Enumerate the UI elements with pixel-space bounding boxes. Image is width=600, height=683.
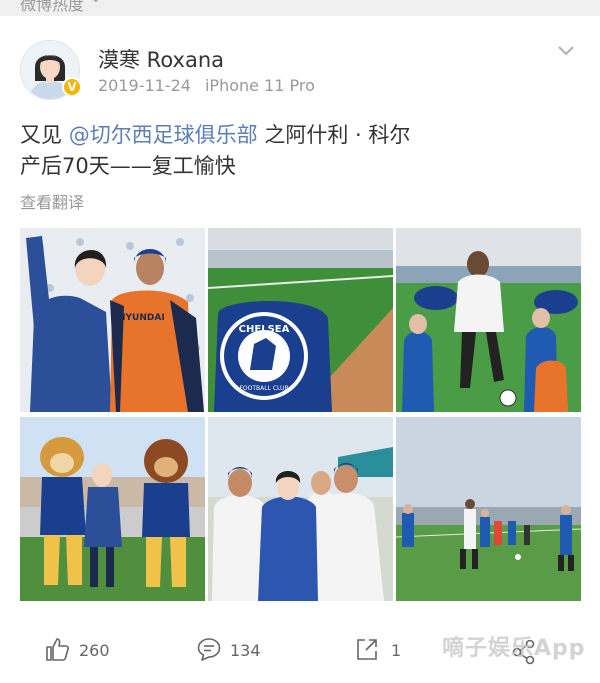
like-count: 260 bbox=[79, 641, 110, 660]
comment-button[interactable]: 134 bbox=[196, 634, 276, 664]
comment-count: 134 bbox=[230, 641, 261, 660]
photo-6[interactable] bbox=[396, 417, 581, 601]
shirt-sponsor-text: HYUNDAI bbox=[118, 313, 165, 323]
chevron-down-icon[interactable]: ⌄ bbox=[90, 0, 102, 6]
translate-link[interactable]: 查看翻译 bbox=[20, 189, 84, 213]
photo-5[interactable] bbox=[208, 417, 393, 601]
post-text-suffix: 之阿什利 · 科尔 bbox=[264, 123, 411, 147]
post-date: 2019-11-24 bbox=[98, 76, 191, 95]
badge-bottom-text: FOOTBALL CLUB bbox=[239, 385, 288, 392]
post-text-prefix: 又见 bbox=[20, 123, 62, 147]
repost-count: 1 bbox=[391, 641, 402, 660]
photo-4[interactable] bbox=[20, 417, 205, 601]
share-icon bbox=[357, 639, 377, 660]
photo-grid: HYUNDAI CHELSEA FOOTBALL CLUB bbox=[20, 228, 581, 601]
post-meta: 2019-11-24 iPhone 11 Pro bbox=[98, 76, 315, 95]
post-body: 又见 @切尔西足球俱乐部 之阿什利 · 科尔 产后70天——复工愉快 bbox=[20, 120, 480, 182]
like-button[interactable]: 260 bbox=[44, 634, 124, 664]
photo-2[interactable]: CHELSEA FOOTBALL CLUB bbox=[208, 228, 393, 412]
like-icon bbox=[46, 638, 69, 661]
top-hint-text: 微博热度 bbox=[20, 0, 85, 14]
post-author[interactable]: 漠寒 Roxana bbox=[98, 44, 224, 74]
verified-icon: V bbox=[62, 77, 82, 97]
watermark: 嘀子娱乐App bbox=[442, 636, 586, 661]
post-line-2: 产后70天——复工愉快 bbox=[20, 154, 236, 178]
post-device: iPhone 11 Pro bbox=[204, 76, 315, 95]
photo-1[interactable]: HYUNDAI bbox=[20, 228, 205, 412]
photo-3[interactable] bbox=[396, 228, 581, 412]
mention-link[interactable]: @切尔西足球俱乐部 bbox=[69, 123, 258, 147]
badge-top-text: CHELSEA bbox=[239, 324, 290, 335]
comment-icon bbox=[197, 638, 221, 661]
chevron-down-icon[interactable] bbox=[556, 44, 576, 58]
repost-button[interactable]: 1 bbox=[354, 634, 414, 664]
post-line-1: 又见 @切尔西足球俱乐部 之阿什利 · 科尔 bbox=[20, 120, 480, 151]
top-hint-bar: 微博热度 ⌄ bbox=[0, 0, 600, 16]
